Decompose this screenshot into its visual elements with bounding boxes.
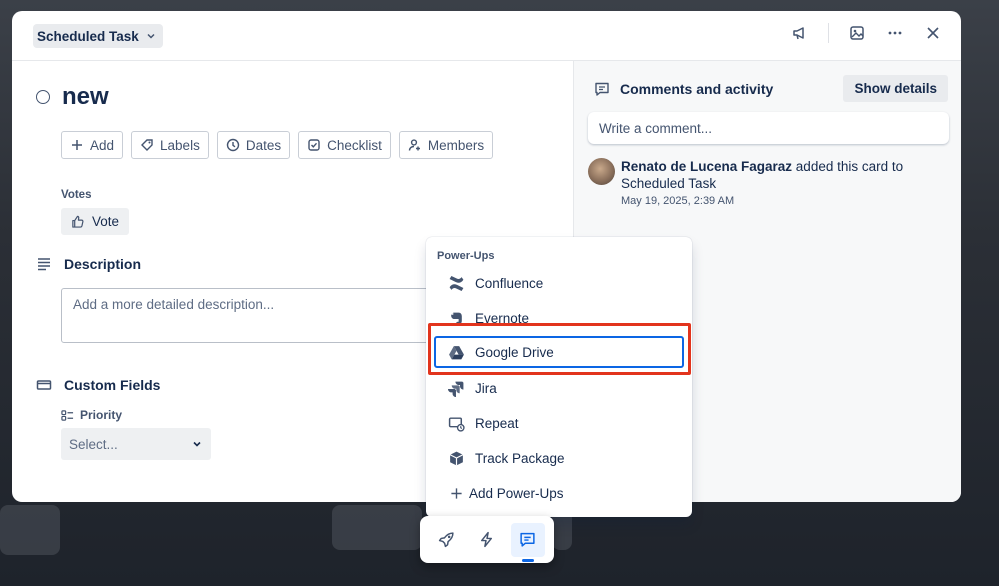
dates-button-label: Dates bbox=[245, 137, 282, 153]
clock-icon bbox=[226, 138, 240, 152]
add-powerups-label: Add Power-Ups bbox=[469, 485, 564, 501]
comment-icon bbox=[595, 82, 609, 96]
package-icon bbox=[449, 451, 464, 465]
powerup-repeat[interactable]: Repeat bbox=[434, 408, 684, 438]
list-selector-label: Scheduled Task bbox=[37, 28, 139, 44]
rocket-icon bbox=[438, 532, 454, 548]
close-icon[interactable] bbox=[923, 23, 943, 43]
powerups-title: Power-Ups bbox=[437, 250, 495, 262]
highlight-annotation bbox=[428, 323, 691, 375]
priority-select[interactable]: Select... bbox=[61, 428, 211, 460]
powerup-jira[interactable]: Jira bbox=[434, 373, 684, 403]
powerup-label: Jira bbox=[475, 380, 497, 396]
members-button-label: Members bbox=[427, 137, 485, 153]
powerup-confluence[interactable]: Confluence bbox=[434, 268, 684, 298]
votes-label: Votes bbox=[61, 189, 92, 201]
add-button[interactable]: Add bbox=[61, 131, 124, 159]
rocket-button[interactable] bbox=[429, 523, 463, 557]
powerup-track-package[interactable]: Track Package bbox=[434, 443, 684, 473]
custom-fields-icon bbox=[36, 380, 52, 390]
priority-select-value: Select... bbox=[69, 436, 118, 452]
comments-header: Comments and activity bbox=[594, 81, 773, 97]
add-button-label: Add bbox=[90, 137, 115, 153]
modal-header: Scheduled Task bbox=[12, 11, 961, 61]
comment-input[interactable]: Write a comment... bbox=[588, 112, 949, 144]
vote-button[interactable]: Vote bbox=[61, 208, 130, 235]
powerup-label: Track Package bbox=[475, 450, 565, 466]
powerup-label: Repeat bbox=[475, 415, 519, 431]
background-card bbox=[332, 505, 422, 550]
description-header: Description bbox=[36, 256, 141, 272]
description-icon bbox=[38, 258, 50, 271]
labels-button-label: Labels bbox=[160, 137, 200, 153]
complete-circle-icon[interactable] bbox=[36, 90, 50, 104]
background-card bbox=[0, 505, 60, 555]
vote-button-label: Vote bbox=[92, 214, 120, 229]
priority-label-text: Priority bbox=[80, 408, 123, 422]
add-member-icon bbox=[408, 139, 420, 151]
activity-text: Renato de Lucena Fagaraz added this card… bbox=[621, 158, 954, 192]
megaphone-icon[interactable] bbox=[790, 23, 810, 43]
comment-icon bbox=[520, 532, 535, 547]
activity-timestamp[interactable]: May 19, 2025, 2:39 AM bbox=[621, 195, 954, 207]
custom-fields-heading: Custom Fields bbox=[64, 377, 161, 393]
members-button[interactable]: Members bbox=[398, 131, 494, 159]
plus-icon bbox=[451, 487, 462, 499]
priority-label: Priority bbox=[61, 408, 122, 422]
card-title[interactable]: new bbox=[62, 83, 109, 111]
checkbox-icon bbox=[308, 139, 320, 151]
custom-fields-header: Custom Fields bbox=[36, 377, 160, 393]
show-details-button[interactable]: Show details bbox=[843, 75, 948, 102]
thumbs-up-icon bbox=[72, 215, 84, 228]
automation-button[interactable] bbox=[470, 523, 504, 557]
comments-toggle-button[interactable] bbox=[510, 522, 545, 562]
activity-user[interactable]: Renato de Lucena Fagaraz bbox=[621, 159, 792, 174]
confluence-icon bbox=[449, 275, 464, 291]
lightning-icon bbox=[481, 531, 493, 548]
repeat-icon bbox=[448, 416, 465, 432]
field-icon bbox=[61, 409, 74, 421]
activity-item: Renato de Lucena Fagaraz added this card… bbox=[588, 158, 954, 207]
bottom-toolbar bbox=[420, 516, 554, 563]
labels-button[interactable]: Labels bbox=[131, 131, 209, 159]
more-icon[interactable] bbox=[885, 23, 905, 43]
powerups-menu: Power-Ups Confluence Evernote Google Dri… bbox=[426, 237, 692, 517]
jira-icon bbox=[448, 381, 464, 397]
checklist-button[interactable]: Checklist bbox=[298, 131, 391, 159]
add-powerups-button[interactable]: Add Power-Ups bbox=[434, 478, 684, 508]
chevron-down-icon bbox=[147, 33, 155, 39]
list-selector[interactable]: Scheduled Task bbox=[33, 24, 163, 48]
header-divider bbox=[828, 23, 829, 43]
avatar[interactable] bbox=[588, 158, 615, 185]
powerup-label: Confluence bbox=[475, 275, 544, 291]
image-icon[interactable] bbox=[847, 23, 867, 43]
chevron-down-icon bbox=[193, 441, 201, 447]
card-actions: Add Labels Dates Checklist Members bbox=[61, 131, 494, 159]
description-input[interactable]: Add a more detailed description... bbox=[61, 288, 441, 343]
comments-heading: Comments and activity bbox=[620, 81, 774, 97]
tag-icon bbox=[141, 139, 153, 151]
dates-button[interactable]: Dates bbox=[216, 131, 291, 159]
description-heading: Description bbox=[64, 256, 142, 272]
checklist-button-label: Checklist bbox=[327, 137, 382, 153]
plus-icon bbox=[72, 140, 82, 150]
